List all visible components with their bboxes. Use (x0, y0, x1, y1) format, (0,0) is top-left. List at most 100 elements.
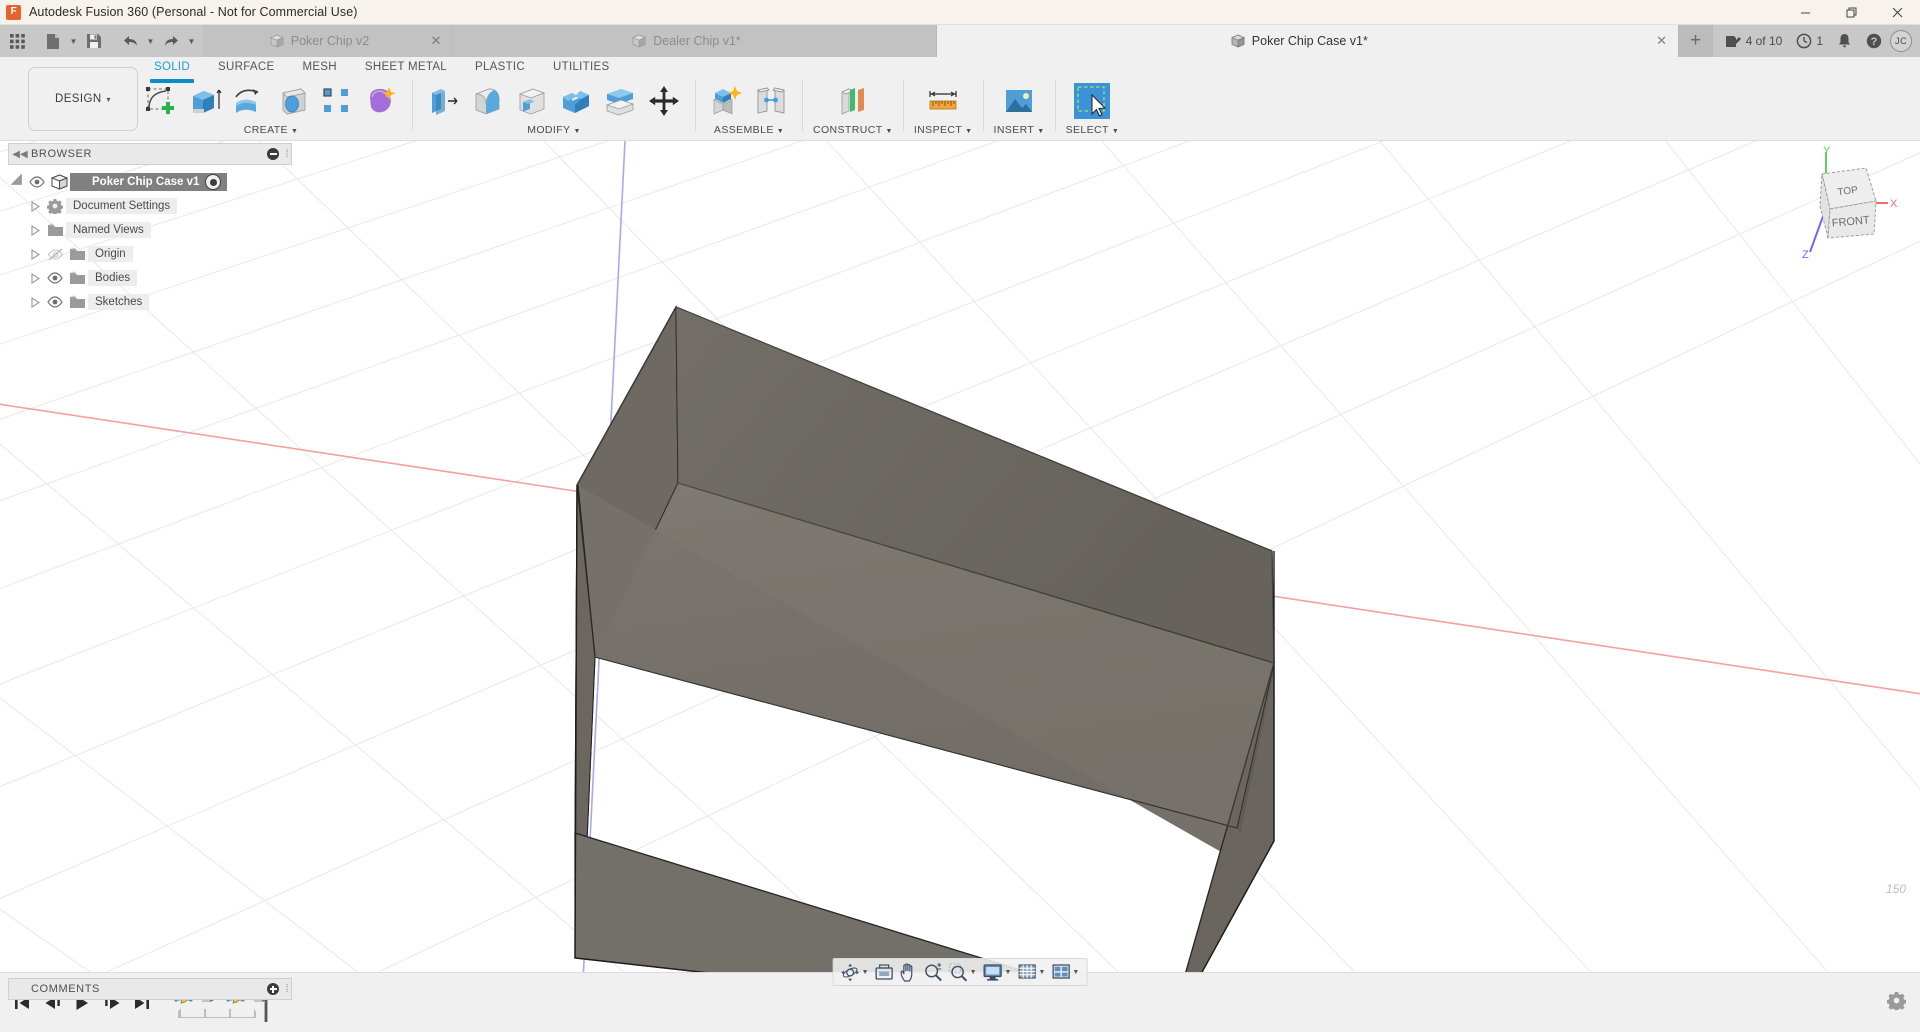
undo-dropdown-caret[interactable]: ▼ (145, 28, 156, 54)
new-component-icon[interactable] (706, 80, 748, 122)
view-cube[interactable]: Y Z X TOP FRONT (1790, 146, 1910, 266)
viewports-button[interactable]: ▼ (1048, 960, 1082, 984)
combine-icon[interactable] (555, 80, 597, 122)
tree-item-poker-chip-case-v1[interactable]: Poker Chip Case v1 (8, 170, 248, 194)
chevron-down-icon[interactable]: ▼ (886, 128, 893, 135)
tree-item-label: Sketches (88, 294, 150, 310)
document-tab-poker-chip-case-v1[interactable]: Poker Chip Case v1* ✕ (937, 25, 1679, 57)
tab-mesh[interactable]: MESH (288, 57, 350, 79)
chevron-down-icon[interactable]: ▼ (573, 128, 580, 135)
expand-arrow-icon[interactable] (26, 224, 44, 236)
restore-button[interactable] (1828, 0, 1874, 25)
joint-icon[interactable] (750, 80, 792, 122)
ribbon-separator (982, 79, 984, 131)
redo-dropdown-caret[interactable]: ▼ (186, 28, 197, 54)
add-comment-icon[interactable] (267, 983, 279, 995)
tab-utilities[interactable]: UTILITIES (539, 57, 623, 79)
expand-arrow-icon[interactable] (26, 296, 44, 308)
expand-arrow-icon[interactable] (8, 173, 28, 191)
workspace-selector[interactable]: DESIGN ▾ (28, 67, 138, 131)
select-window-icon[interactable] (1071, 80, 1113, 122)
pattern-icon[interactable] (316, 80, 358, 122)
create-sketch-icon[interactable] (140, 80, 182, 122)
ribbon-group-label: SELECT ▼ (1065, 124, 1120, 136)
expand-arrow-icon[interactable] (26, 200, 44, 212)
app-title: Autodesk Fusion 360 (Personal - Not for … (29, 5, 358, 19)
minimize-button[interactable] (1782, 0, 1828, 25)
settings-gear-icon[interactable] (1886, 991, 1907, 1015)
new-tab-button[interactable]: + (1678, 25, 1713, 57)
tab-label: UTILITIES (553, 61, 610, 73)
save-button[interactable] (81, 28, 107, 54)
chevron-down-icon[interactable]: ▼ (1072, 969, 1079, 976)
split-body-icon[interactable] (599, 80, 641, 122)
insert-image-icon[interactable] (998, 80, 1040, 122)
orbit-button[interactable]: ▼ (838, 960, 872, 984)
construct-plane-icon[interactable] (832, 80, 874, 122)
tree-item-document-settings[interactable]: Document Settings (8, 194, 248, 218)
measure-icon[interactable] (922, 80, 964, 122)
close-button[interactable] (1874, 0, 1920, 25)
visibility-eye-icon[interactable] (44, 296, 66, 308)
form-icon[interactable] (360, 80, 402, 122)
user-avatar[interactable]: JC (1890, 30, 1912, 52)
tree-item-bodies[interactable]: Bodies (8, 266, 248, 290)
new-file-dropdown-caret[interactable]: ▼ (68, 28, 79, 54)
visibility-eye-icon[interactable] (44, 272, 66, 284)
revolve-icon[interactable] (228, 80, 270, 122)
expand-arrow-icon[interactable] (26, 272, 44, 284)
visibility-eye-off-icon[interactable] (44, 248, 66, 261)
zoom-window-button[interactable]: ▼ (946, 960, 980, 984)
fillet-icon[interactable] (467, 80, 509, 122)
redo-button[interactable] (158, 28, 184, 54)
ribbon-separator (1054, 79, 1056, 131)
expand-arrow-icon[interactable] (26, 248, 44, 260)
panel-drag-handle[interactable]: ⁞ (283, 983, 291, 995)
zoom-button[interactable] (921, 960, 946, 984)
tab-solid[interactable]: SOLID (140, 57, 204, 83)
jobs-status-icon (1725, 35, 1741, 47)
move-copy-icon[interactable] (643, 80, 685, 122)
tab-sheet-metal[interactable]: SHEET METAL (351, 57, 461, 79)
chevron-down-icon[interactable]: ▼ (862, 969, 869, 976)
extrude-icon[interactable] (184, 80, 226, 122)
tree-item-named-views[interactable]: Named Views (8, 218, 248, 242)
pan-button[interactable] (897, 960, 921, 984)
new-file-button[interactable] (40, 28, 66, 54)
jobs-status-button[interactable]: 4 of 10 (1719, 28, 1789, 54)
tree-item-origin[interactable]: Origin (8, 242, 248, 266)
orbit-icon (841, 963, 860, 981)
close-tab-icon[interactable]: ✕ (1654, 33, 1670, 49)
chevron-down-icon[interactable]: ▼ (1038, 969, 1045, 976)
tree-item-sketches[interactable]: Sketches (8, 290, 248, 314)
chevron-down-icon[interactable]: ▼ (970, 969, 977, 976)
close-tab-icon[interactable]: ✕ (428, 33, 444, 49)
document-tab-dealer-chip-v1[interactable]: Dealer Chip v1* (453, 25, 937, 57)
tab-surface[interactable]: SURFACE (204, 57, 288, 79)
chevron-down-icon[interactable]: ▼ (291, 128, 298, 135)
press-pull-icon[interactable] (423, 80, 465, 122)
undo-button[interactable] (117, 28, 143, 54)
chevron-down-icon[interactable]: ▼ (965, 128, 972, 135)
chevron-down-icon[interactable]: ▼ (1112, 128, 1119, 135)
chevron-down-icon[interactable]: ▼ (1005, 969, 1012, 976)
grid-snaps-button[interactable]: ▼ (1014, 960, 1048, 984)
collapse-left-icon[interactable]: ◀◀ (9, 149, 31, 160)
document-tab-poker-chip-v2[interactable]: Poker Chip v2 ✕ (203, 25, 453, 57)
app-grid-button[interactable] (4, 28, 30, 54)
tab-plastic[interactable]: PLASTIC (461, 57, 539, 79)
tab-label: SURFACE (218, 61, 275, 73)
chevron-down-icon[interactable]: ▼ (1037, 128, 1044, 135)
help-button[interactable]: ? (1860, 28, 1888, 54)
visibility-eye-icon[interactable] (26, 176, 48, 188)
notifications-button[interactable] (1831, 28, 1858, 54)
look-at-button[interactable] (872, 960, 897, 984)
3d-viewport[interactable]: Y Z X TOP FRONT 150 (0, 141, 1920, 972)
history-button[interactable]: 1 (1790, 28, 1829, 54)
panel-drag-handle[interactable]: ⁞ (283, 148, 291, 160)
chevron-down-icon[interactable]: ▼ (777, 128, 784, 135)
sweep-icon[interactable] (272, 80, 314, 122)
panel-minimize-icon[interactable] (267, 148, 279, 160)
shell-icon[interactable] (511, 80, 553, 122)
display-settings-button[interactable]: ▼ (980, 960, 1015, 984)
